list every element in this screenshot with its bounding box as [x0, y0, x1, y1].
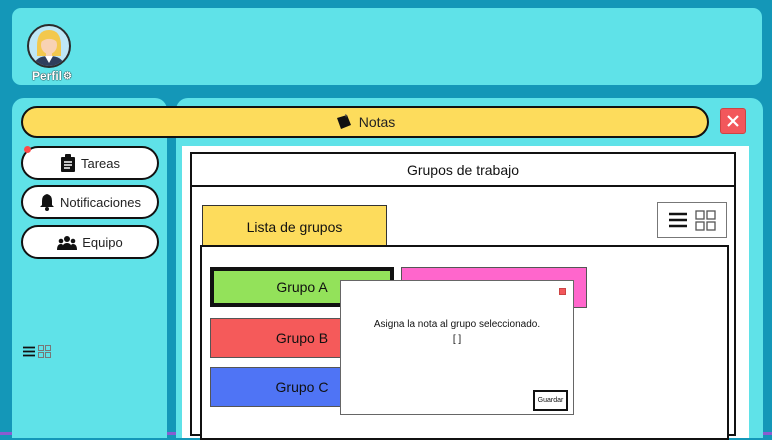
team-icon — [57, 236, 78, 250]
dialog-message: Asigna la nota al grupo seleccionado. — [373, 319, 541, 330]
sidebar-item-label: Tareas — [80, 155, 121, 171]
tab-lista-de-grupos[interactable]: Lista de grupos — [202, 205, 387, 247]
bell-icon — [40, 194, 55, 211]
close-icon — [727, 115, 739, 127]
sidebar-view-toggle[interactable] — [23, 345, 51, 358]
dialog-value: [ ] — [452, 334, 462, 345]
header-bar — [12, 8, 762, 85]
close-button[interactable] — [720, 108, 746, 134]
sidebar-item-tareas[interactable]: Tareas — [21, 146, 159, 180]
sticky-note-icon — [336, 114, 351, 129]
profile-link[interactable]: Perfil ⚙ — [32, 69, 72, 83]
view-toggle[interactable] — [657, 202, 727, 238]
save-button[interactable]: Guardar — [533, 390, 568, 411]
grid-view-icon[interactable] — [38, 345, 51, 358]
list-view-icon[interactable] — [23, 346, 35, 357]
list-view-icon[interactable] — [668, 211, 688, 229]
grid-view-icon[interactable] — [695, 209, 716, 231]
settings-gear-icon: ⚙ — [63, 70, 72, 82]
dialog-close-icon[interactable] — [559, 288, 566, 295]
sidebar-item-label: Notificaciones — [60, 194, 141, 210]
notes-label: Notas — [358, 114, 396, 130]
avatar[interactable] — [27, 24, 71, 68]
clipboard-icon — [60, 154, 75, 172]
sidebar-item-equipo[interactable]: Equipo — [21, 225, 159, 259]
sidebar-item-label: Equipo — [82, 234, 123, 250]
notes-button[interactable]: Notas — [21, 106, 709, 138]
profile-label: Perfil — [32, 69, 63, 83]
notification-dot — [24, 146, 31, 153]
sidebar-item-notificaciones[interactable]: Notificaciones — [21, 185, 159, 219]
groups-title: Grupos de trabajo — [190, 152, 736, 187]
